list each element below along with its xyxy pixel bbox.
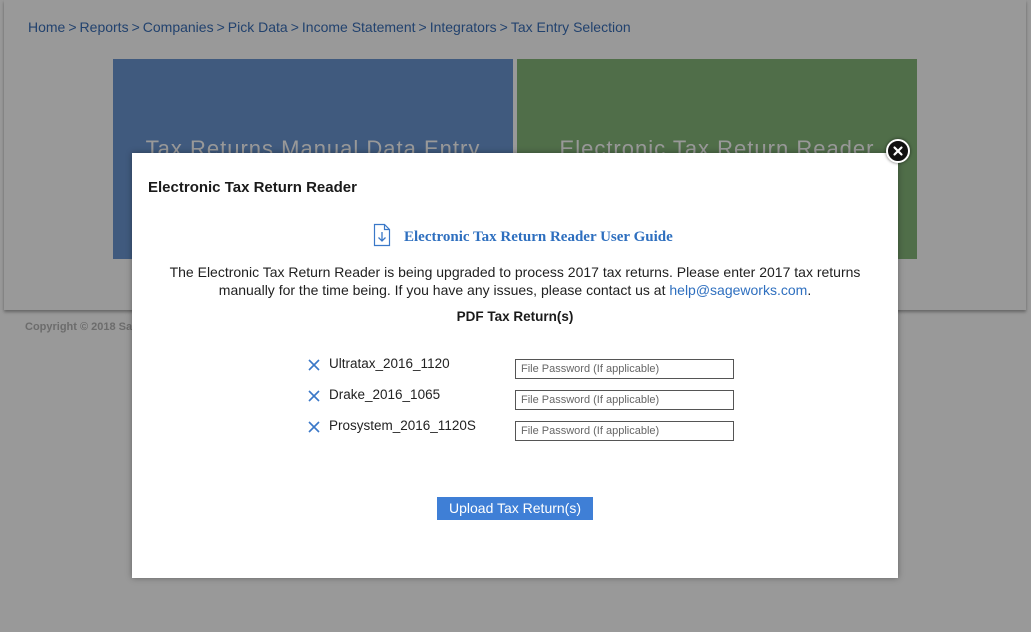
file-row: Prosystem_2016_1120S [306, 417, 736, 441]
notice-end: . [807, 282, 812, 298]
file-password-input[interactable] [515, 359, 734, 379]
file-password-input[interactable] [515, 421, 734, 441]
pdf-section-title: PDF Tax Return(s) [456, 309, 574, 324]
tax-reader-modal: Electronic Tax Return Reader Electronic … [132, 153, 898, 578]
user-guide-link[interactable]: Electronic Tax Return Reader User Guide [372, 223, 673, 252]
file-row: Drake_2016_1065 [306, 386, 736, 410]
file-name: Prosystem_2016_1120S [329, 418, 476, 433]
file-password-input[interactable] [515, 390, 734, 410]
file-name: Ultratax_2016_1120 [329, 356, 450, 371]
modal-title: Electronic Tax Return Reader [148, 179, 357, 196]
x-icon[interactable] [306, 388, 322, 404]
file-name: Drake_2016_1065 [329, 387, 441, 402]
upgrade-notice: The Electronic Tax Return Reader is bein… [142, 263, 888, 299]
contact-email-link[interactable]: help@sageworks.com [669, 282, 807, 298]
x-icon[interactable] [306, 357, 322, 373]
upload-button[interactable]: Upload Tax Return(s) [437, 497, 593, 520]
file-row: Ultratax_2016_1120 [306, 355, 736, 379]
close-icon[interactable] [886, 139, 910, 163]
x-icon[interactable] [306, 419, 322, 435]
user-guide-label: Electronic Tax Return Reader User Guide [404, 229, 673, 245]
download-document-icon [372, 223, 392, 252]
